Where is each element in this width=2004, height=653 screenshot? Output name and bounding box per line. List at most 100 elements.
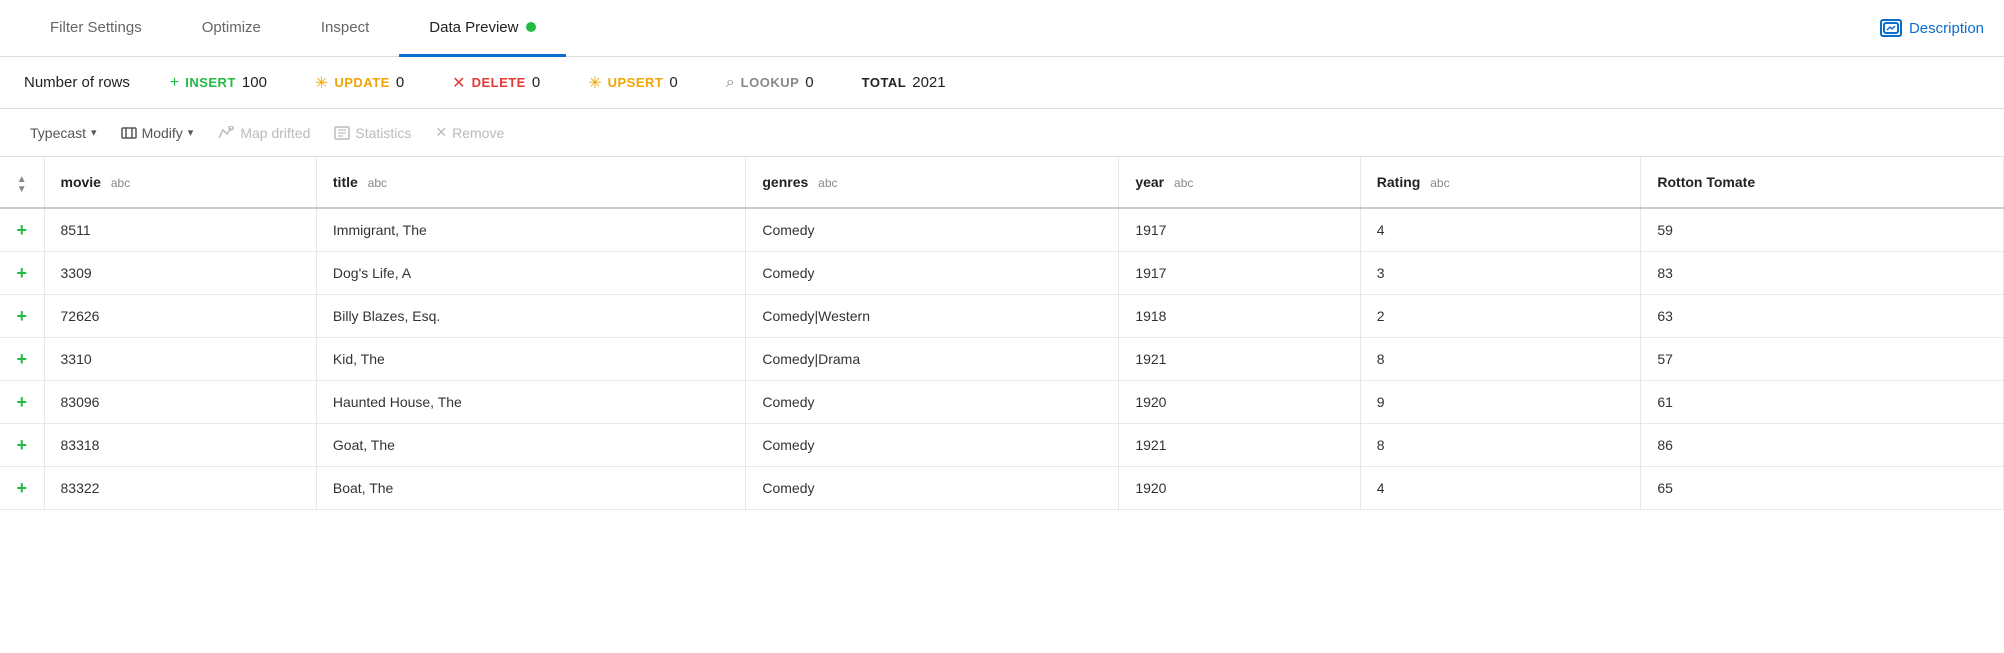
update-icon: ✳ <box>315 73 328 93</box>
modify-chevron-icon: ▾ <box>188 126 194 139</box>
year-cell: 1917 <box>1119 208 1360 252</box>
sort-icon[interactable]: ▲▼ <box>17 175 27 195</box>
remove-icon: ✕ <box>435 124 447 141</box>
table-row: +83322Boat, TheComedy1920465 <box>0 467 2004 510</box>
insert-cell: + <box>0 338 44 381</box>
table-row: +83096Haunted House, TheComedy1920961 <box>0 381 2004 424</box>
upsert-stat: ✳ UPSERT 0 <box>588 73 677 93</box>
rating-cell: 8 <box>1360 424 1641 467</box>
title-cell: Dog's Life, A <box>316 252 745 295</box>
insert-label: INSERT <box>185 75 236 90</box>
tab-filter-settings[interactable]: Filter Settings <box>20 0 172 57</box>
col-header-rotten-tomatoes[interactable]: Rotton Tomate <box>1641 157 2004 208</box>
rating-cell: 8 <box>1360 338 1641 381</box>
tab-optimize[interactable]: Optimize <box>172 0 291 57</box>
insert-cell: + <box>0 467 44 510</box>
genres-cell: Comedy <box>746 252 1119 295</box>
rotten-tomatoes-cell: 63 <box>1641 295 2004 338</box>
delete-stat: ✕ DELETE 0 <box>452 73 540 93</box>
typecast-button[interactable]: Typecast ▾ <box>20 120 107 146</box>
movie-cell: 72626 <box>44 295 316 338</box>
col-header-movie[interactable]: movie abc <box>44 157 316 208</box>
number-of-rows-label: Number of rows <box>24 74 130 91</box>
movie-cell: 83322 <box>44 467 316 510</box>
movie-cell: 8511 <box>44 208 316 252</box>
modify-button[interactable]: Modify ▾ <box>111 120 204 146</box>
year-cell: 1920 <box>1119 467 1360 510</box>
remove-label: Remove <box>452 125 504 141</box>
movie-cell: 83318 <box>44 424 316 467</box>
top-nav: Filter Settings Optimize Inspect Data Pr… <box>0 0 2004 57</box>
genres-cell: Comedy|Western <box>746 295 1119 338</box>
movie-cell: 3310 <box>44 338 316 381</box>
modify-icon <box>121 126 137 140</box>
movie-cell: 3309 <box>44 252 316 295</box>
table-row: +3309Dog's Life, AComedy1917383 <box>0 252 2004 295</box>
lookup-value: 0 <box>805 74 813 91</box>
movie-cell: 83096 <box>44 381 316 424</box>
insert-cell: + <box>0 252 44 295</box>
year-cell: 1921 <box>1119 338 1360 381</box>
lookup-label: LOOKUP <box>741 75 800 90</box>
tab-inspect[interactable]: Inspect <box>291 0 399 57</box>
delete-value: 0 <box>532 74 540 91</box>
title-cell: Billy Blazes, Esq. <box>316 295 745 338</box>
statistics-icon <box>334 126 350 140</box>
col-header-indicator[interactable]: ▲▼ <box>0 157 44 208</box>
insert-row-icon: + <box>16 349 27 369</box>
genres-cell: Comedy <box>746 208 1119 252</box>
genres-cell: Comedy <box>746 467 1119 510</box>
col-header-year[interactable]: year abc <box>1119 157 1360 208</box>
upsert-value: 0 <box>669 74 677 91</box>
lookup-icon: ⌕ <box>726 74 735 92</box>
table-header-row: ▲▼ movie abc title abc genres abc year <box>0 157 2004 208</box>
rating-cell: 4 <box>1360 467 1641 510</box>
update-label: UPDATE <box>334 75 389 90</box>
rotten-tomatoes-cell: 83 <box>1641 252 2004 295</box>
insert-row-icon: + <box>16 306 27 326</box>
map-drifted-icon <box>217 126 235 140</box>
description-button[interactable]: Description <box>1880 19 1984 37</box>
delete-label: DELETE <box>472 75 526 90</box>
insert-row-icon: + <box>16 263 27 283</box>
insert-cell: + <box>0 381 44 424</box>
tab-data-preview[interactable]: Data Preview <box>399 0 566 57</box>
rating-cell: 9 <box>1360 381 1641 424</box>
rotten-tomatoes-cell: 59 <box>1641 208 2004 252</box>
title-cell: Boat, The <box>316 467 745 510</box>
col-header-title[interactable]: title abc <box>316 157 745 208</box>
statistics-button[interactable]: Statistics <box>324 120 421 146</box>
genres-cell: Comedy <box>746 381 1119 424</box>
typecast-label: Typecast <box>30 125 86 141</box>
insert-icon: + <box>170 74 179 92</box>
table-row: +83318Goat, TheComedy1921886 <box>0 424 2004 467</box>
title-cell: Goat, The <box>316 424 745 467</box>
insert-row-icon: + <box>16 435 27 455</box>
insert-row-icon: + <box>16 220 27 240</box>
typecast-chevron-icon: ▾ <box>91 126 97 139</box>
total-label: TOTAL <box>862 75 907 90</box>
table-row: +8511Immigrant, TheComedy1917459 <box>0 208 2004 252</box>
data-table-container[interactable]: ▲▼ movie abc title abc genres abc year <box>0 157 2004 510</box>
total-value: 2021 <box>912 74 945 91</box>
insert-value: 100 <box>242 74 267 91</box>
year-cell: 1918 <box>1119 295 1360 338</box>
upsert-label: UPSERT <box>608 75 664 90</box>
title-cell: Immigrant, The <box>316 208 745 252</box>
upsert-icon: ✳ <box>588 73 601 93</box>
insert-row-icon: + <box>16 392 27 412</box>
insert-stat: + INSERT 100 <box>170 74 267 92</box>
col-header-genres[interactable]: genres abc <box>746 157 1119 208</box>
lookup-stat: ⌕ LOOKUP 0 <box>726 74 814 92</box>
col-header-rating[interactable]: Rating abc <box>1360 157 1641 208</box>
stats-bar: Number of rows + INSERT 100 ✳ UPDATE 0 ✕… <box>0 57 2004 109</box>
insert-cell: + <box>0 208 44 252</box>
title-cell: Kid, The <box>316 338 745 381</box>
insert-row-icon: + <box>16 478 27 498</box>
remove-button[interactable]: ✕ Remove <box>425 119 514 146</box>
year-cell: 1920 <box>1119 381 1360 424</box>
active-dot <box>526 22 536 32</box>
rotten-tomatoes-cell: 86 <box>1641 424 2004 467</box>
rating-cell: 3 <box>1360 252 1641 295</box>
map-drifted-button[interactable]: Map drifted <box>207 120 320 146</box>
